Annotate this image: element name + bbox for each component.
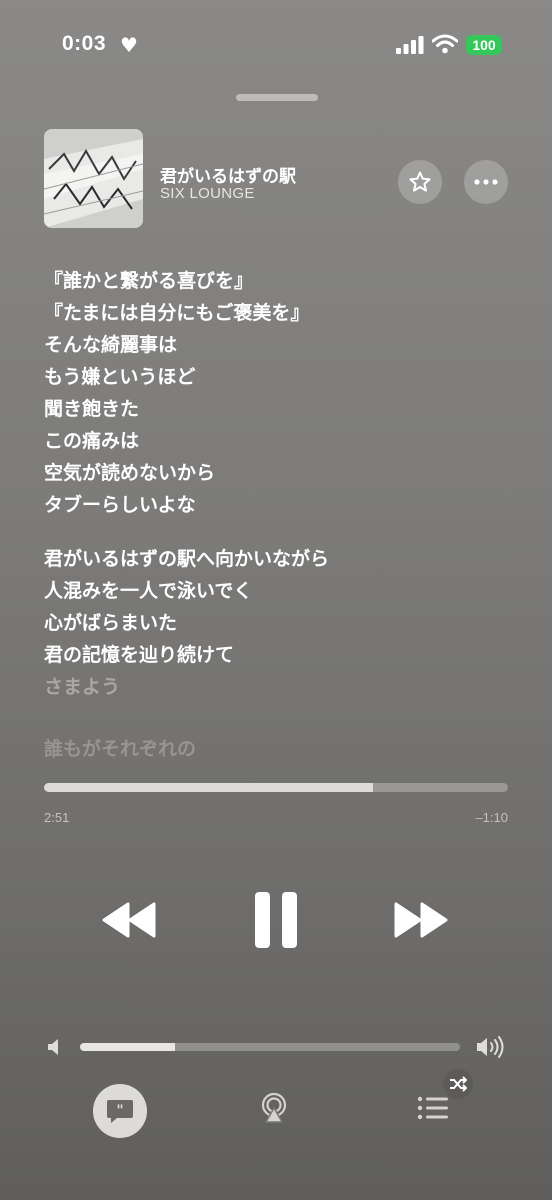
elapsed-time: 2:51 [44,810,70,825]
volume-high-icon [477,1036,504,1058]
volume-low-icon [48,1039,58,1055]
lyric-line[interactable]: 聞き飽きた [44,393,514,425]
sheet-grabber[interactable] [236,94,318,101]
lyric-line[interactable]: 心がばらまいた [44,607,514,639]
song-title: 君がいるはずの駅 [160,167,296,187]
status-time: 0:03 [62,32,107,55]
airplay-icon[interactable] [258,1092,290,1124]
lyric-line[interactable]: 『誰かと繋がる喜びを』 [44,265,514,297]
favorite-button[interactable] [398,160,442,204]
lyrics-view[interactable]: 『誰かと繋がる喜びを』 『たまには自分にもご褒美を』 そんな綺麗事は もう嫌とい… [44,265,514,765]
fast-forward-button[interactable] [392,900,450,940]
lyric-line[interactable]: 人混みを一人で泳いでく [44,575,514,607]
volume-slider-fill [80,1043,175,1051]
pause-button[interactable] [252,890,300,950]
shuffle-badge[interactable] [443,1069,473,1099]
ellipsis-icon [474,179,498,185]
lyric-line[interactable]: そんな綺麗事は [44,329,514,361]
lyric-line[interactable]: もう嫌というほど [44,361,514,393]
lyric-line[interactable]: 空気が読めないから [44,457,514,489]
lyric-line[interactable]: 君がいるはずの駅へ向かいながら [44,543,514,575]
cellular-signal-icon [396,36,424,54]
queue-list-icon[interactable] [416,1094,450,1122]
lyric-line[interactable]: 君の記憶を辿り続けて [44,639,514,671]
rewind-button[interactable] [100,900,158,940]
playback-progress-fill [44,783,374,792]
battery-indicator: 100 [466,35,502,55]
wifi-icon [432,34,458,54]
lyric-line[interactable]: さまよう [44,671,514,703]
svg-text:": " [116,1103,123,1119]
playback-scrubber[interactable] [44,783,508,792]
lyric-line[interactable]: タブーらしいよな [44,489,514,521]
volume-slider[interactable] [80,1043,460,1051]
lyric-line-upcoming[interactable]: 誰もがそれぞれの [44,733,514,765]
lyrics-quote-bubble-icon: " [107,1100,133,1123]
lyrics-button[interactable]: " [93,1084,147,1138]
artist-name[interactable]: SIX LOUNGE [160,185,255,202]
lyric-line[interactable]: この痛みは [44,425,514,457]
lyric-line[interactable]: 『たまには自分にもご褒美を』 [44,297,514,329]
album-artwork[interactable] [44,129,143,228]
star-icon [409,171,431,192]
remaining-time: –1:10 [475,810,508,825]
shuffle-icon [450,1076,467,1092]
heart-icon: ♥ [120,33,138,57]
more-button[interactable] [464,160,508,204]
